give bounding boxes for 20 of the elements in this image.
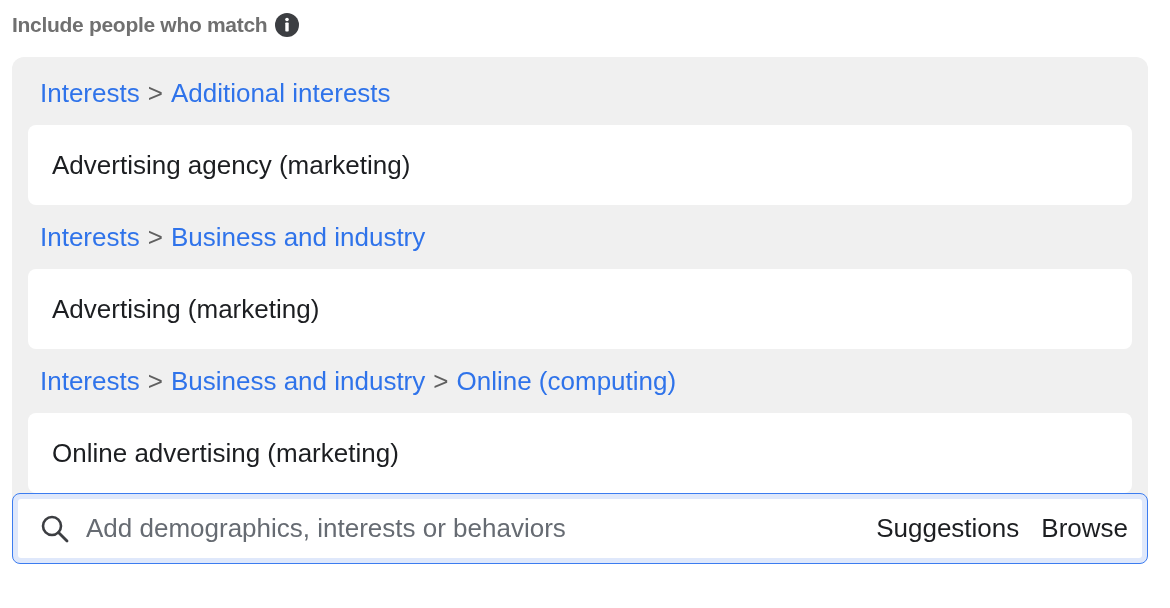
- path-separator: >: [147, 77, 163, 109]
- category-link[interactable]: Business and industry: [170, 365, 426, 397]
- info-icon[interactable]: [275, 13, 300, 37]
- path-separator: >: [433, 365, 449, 397]
- search-field[interactable]: Add demographics, interests or behaviors Suggestions Browse: [12, 493, 1148, 564]
- path-separator: >: [147, 221, 163, 253]
- category-link[interactable]: Interests: [40, 365, 140, 397]
- search-icon: [40, 513, 70, 544]
- section-title: Include people who match: [12, 13, 268, 37]
- path-separator: >: [147, 365, 163, 397]
- category-link[interactable]: Online (computing): [456, 365, 677, 397]
- category-link[interactable]: Additional interests: [170, 77, 391, 109]
- search-option-button[interactable]: Browse: [1037, 513, 1132, 544]
- interest-item[interactable]: Advertising agency (marketing): [28, 125, 1132, 205]
- interest-item[interactable]: Online advertising (marketing): [28, 413, 1132, 493]
- category-link[interactable]: Interests: [40, 221, 140, 253]
- category-link[interactable]: Interests: [40, 77, 140, 109]
- category-link[interactable]: Business and industry: [170, 221, 426, 253]
- interest-item[interactable]: Advertising (marketing): [28, 269, 1132, 349]
- search-option-button[interactable]: Suggestions: [872, 513, 1024, 544]
